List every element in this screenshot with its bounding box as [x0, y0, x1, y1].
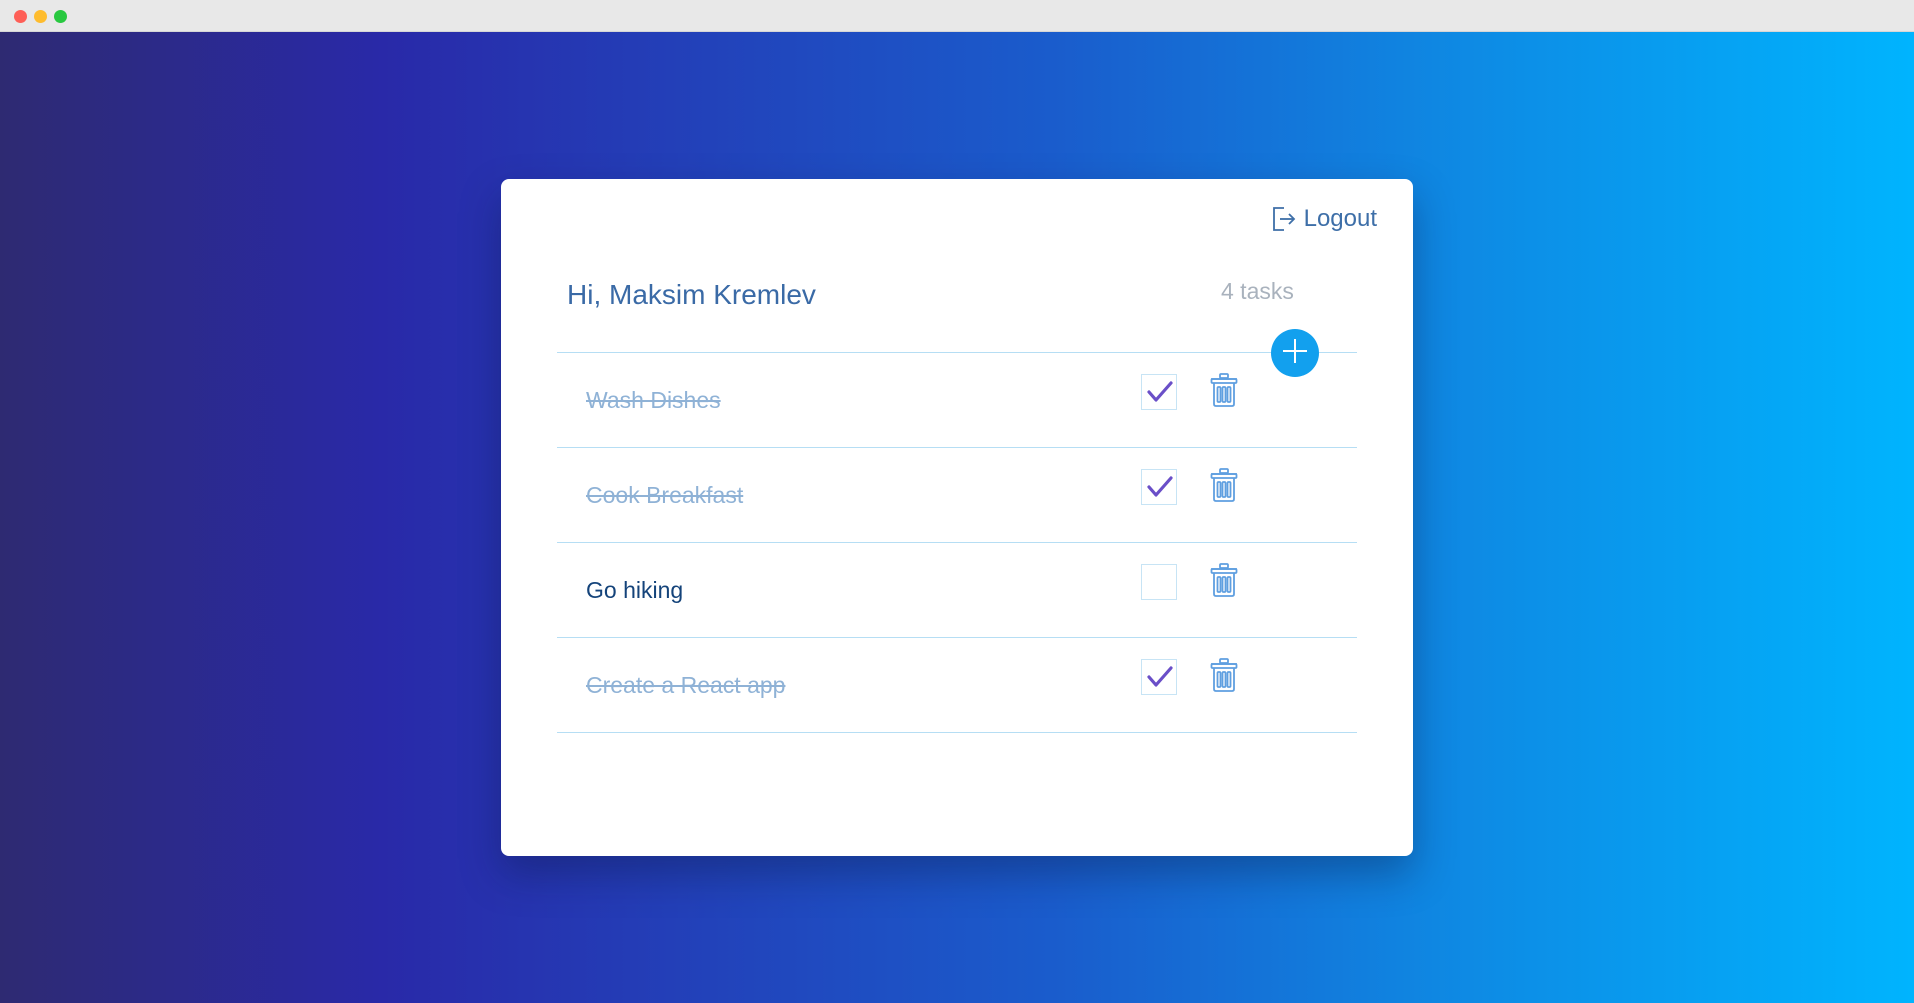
- task-row: Wash Dishes: [557, 353, 1357, 448]
- app-background: Logout Hi, Maksim Kremlev 4 tasks Wash D…: [0, 32, 1914, 1003]
- task-label: Cook Breakfast: [586, 482, 744, 508]
- todo-card: Logout Hi, Maksim Kremlev 4 tasks Wash D…: [501, 179, 1413, 856]
- logout-button[interactable]: Logout: [1272, 205, 1377, 233]
- close-window-button[interactable]: [14, 10, 27, 23]
- browser-window: Logout Hi, Maksim Kremlev 4 tasks Wash D…: [0, 0, 1914, 1003]
- task-checkbox[interactable]: [1141, 469, 1177, 505]
- plus-icon: [1282, 338, 1308, 369]
- task-checkbox[interactable]: [1141, 374, 1177, 410]
- maximize-window-button[interactable]: [54, 10, 67, 23]
- task-row: Go hiking: [557, 543, 1357, 638]
- task-list: Wash Dishes Cook Breakfast Go hiking Cre…: [557, 352, 1357, 733]
- logout-label: Logout: [1303, 205, 1377, 232]
- greeting-text: Hi, Maksim Kremlev: [567, 279, 816, 310]
- task-label: Go hiking: [586, 577, 684, 603]
- task-count: 4 tasks: [1221, 278, 1294, 304]
- task-checkbox[interactable]: [1141, 659, 1177, 695]
- window-titlebar: [0, 0, 1914, 32]
- trash-icon[interactable]: [1209, 658, 1239, 697]
- task-label: Wash Dishes: [586, 387, 721, 413]
- task-label: Create a React app: [586, 672, 786, 698]
- trash-icon[interactable]: [1209, 563, 1239, 602]
- task-checkbox[interactable]: [1141, 564, 1177, 600]
- task-row: Cook Breakfast: [557, 448, 1357, 543]
- trash-icon[interactable]: [1209, 468, 1239, 507]
- task-row: Create a React app: [557, 638, 1357, 733]
- minimize-window-button[interactable]: [34, 10, 47, 23]
- logout-icon: [1272, 206, 1296, 232]
- add-task-button[interactable]: [1271, 329, 1319, 377]
- trash-icon[interactable]: [1209, 373, 1239, 412]
